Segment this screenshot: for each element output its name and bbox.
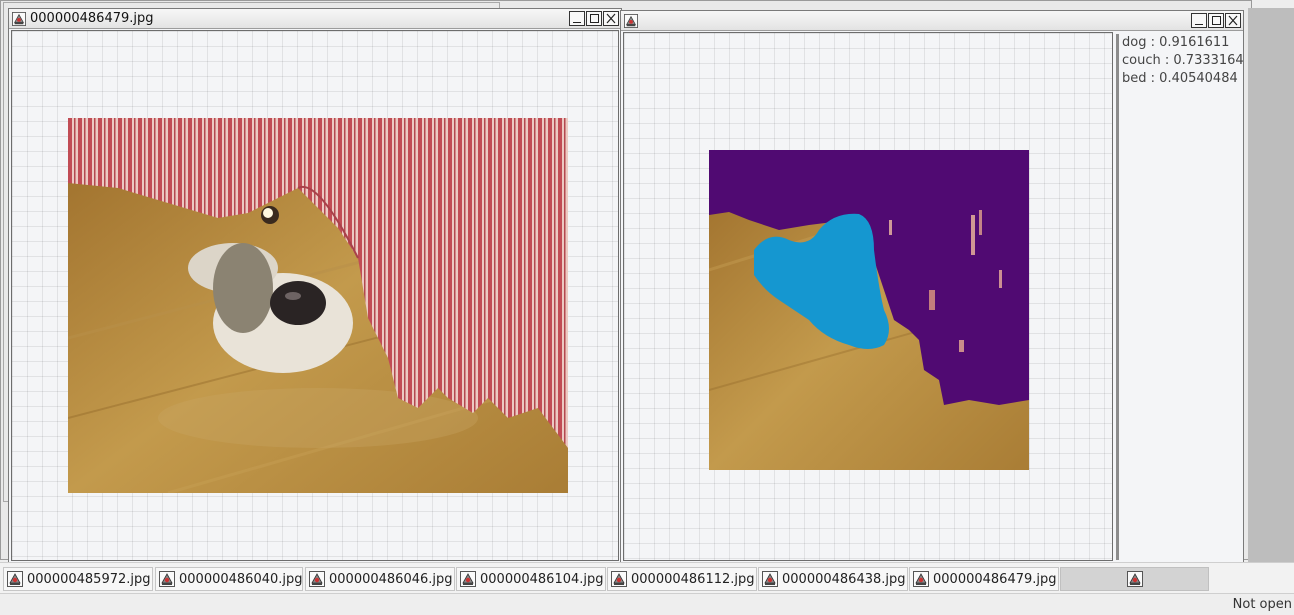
score-row-dog: dog : 0.9161611 [1122,35,1230,50]
app-icon [611,571,627,587]
segmentation-window-titlebar[interactable] [621,11,1243,31]
app-icon [309,571,325,587]
image-window-titlebar[interactable]: 000000486479.jpg [9,9,621,29]
app-icon [624,14,638,28]
taskbar-item[interactable]: 000000486046.jpg [305,567,455,591]
taskbar-item[interactable]: 000000486040.jpg [155,567,303,591]
taskbar-item-active[interactable] [1060,567,1209,591]
close-button[interactable] [1225,13,1241,28]
score-row-bed: bed : 0.40540484 [1122,71,1238,86]
status-bar: Not open [0,594,1294,615]
close-button[interactable] [603,11,619,26]
taskbar-item[interactable]: 000000486479.jpg [909,567,1059,591]
app-icon [762,571,778,587]
score-row-couch: couch : 0.7333164 [1122,53,1244,68]
taskbar-item[interactable]: 000000486104.jpg [456,567,606,591]
app-icon [913,571,929,587]
window-taskbar: 000000485972.jpg 000000486040.jpg 000000… [0,562,1294,594]
taskbar-item[interactable]: 000000485972.jpg [3,567,153,591]
taskbar-item[interactable]: 000000486438.jpg [758,567,908,591]
minimize-button[interactable] [569,11,585,26]
photo-dog-under-curtain [68,118,568,493]
maximize-button[interactable] [1208,13,1224,28]
app-icon [7,571,23,587]
taskbar-item[interactable]: 000000486112.jpg [607,567,757,591]
prediction-scores-panel: dog : 0.9161611 couch : 0.7333164 bed : … [1116,34,1244,560]
minimize-button[interactable] [1191,13,1207,28]
segmentation-canvas[interactable] [623,32,1113,561]
image-window[interactable]: 000000486479.jpg [8,8,622,564]
window-title: 000000486479.jpg [30,11,154,26]
desktop: 000000486479.jpg dog: 0.9161611 couch:… [0,0,1294,564]
status-text: Not open [1232,597,1292,612]
app-icon [460,571,476,587]
app-icon [12,12,26,26]
app-icon [159,571,175,587]
image-canvas[interactable] [11,30,619,561]
maximize-button[interactable] [586,11,602,26]
desktop-margin [1248,8,1294,562]
segmentation-mask-image [709,150,1029,470]
app-icon [1127,571,1143,587]
